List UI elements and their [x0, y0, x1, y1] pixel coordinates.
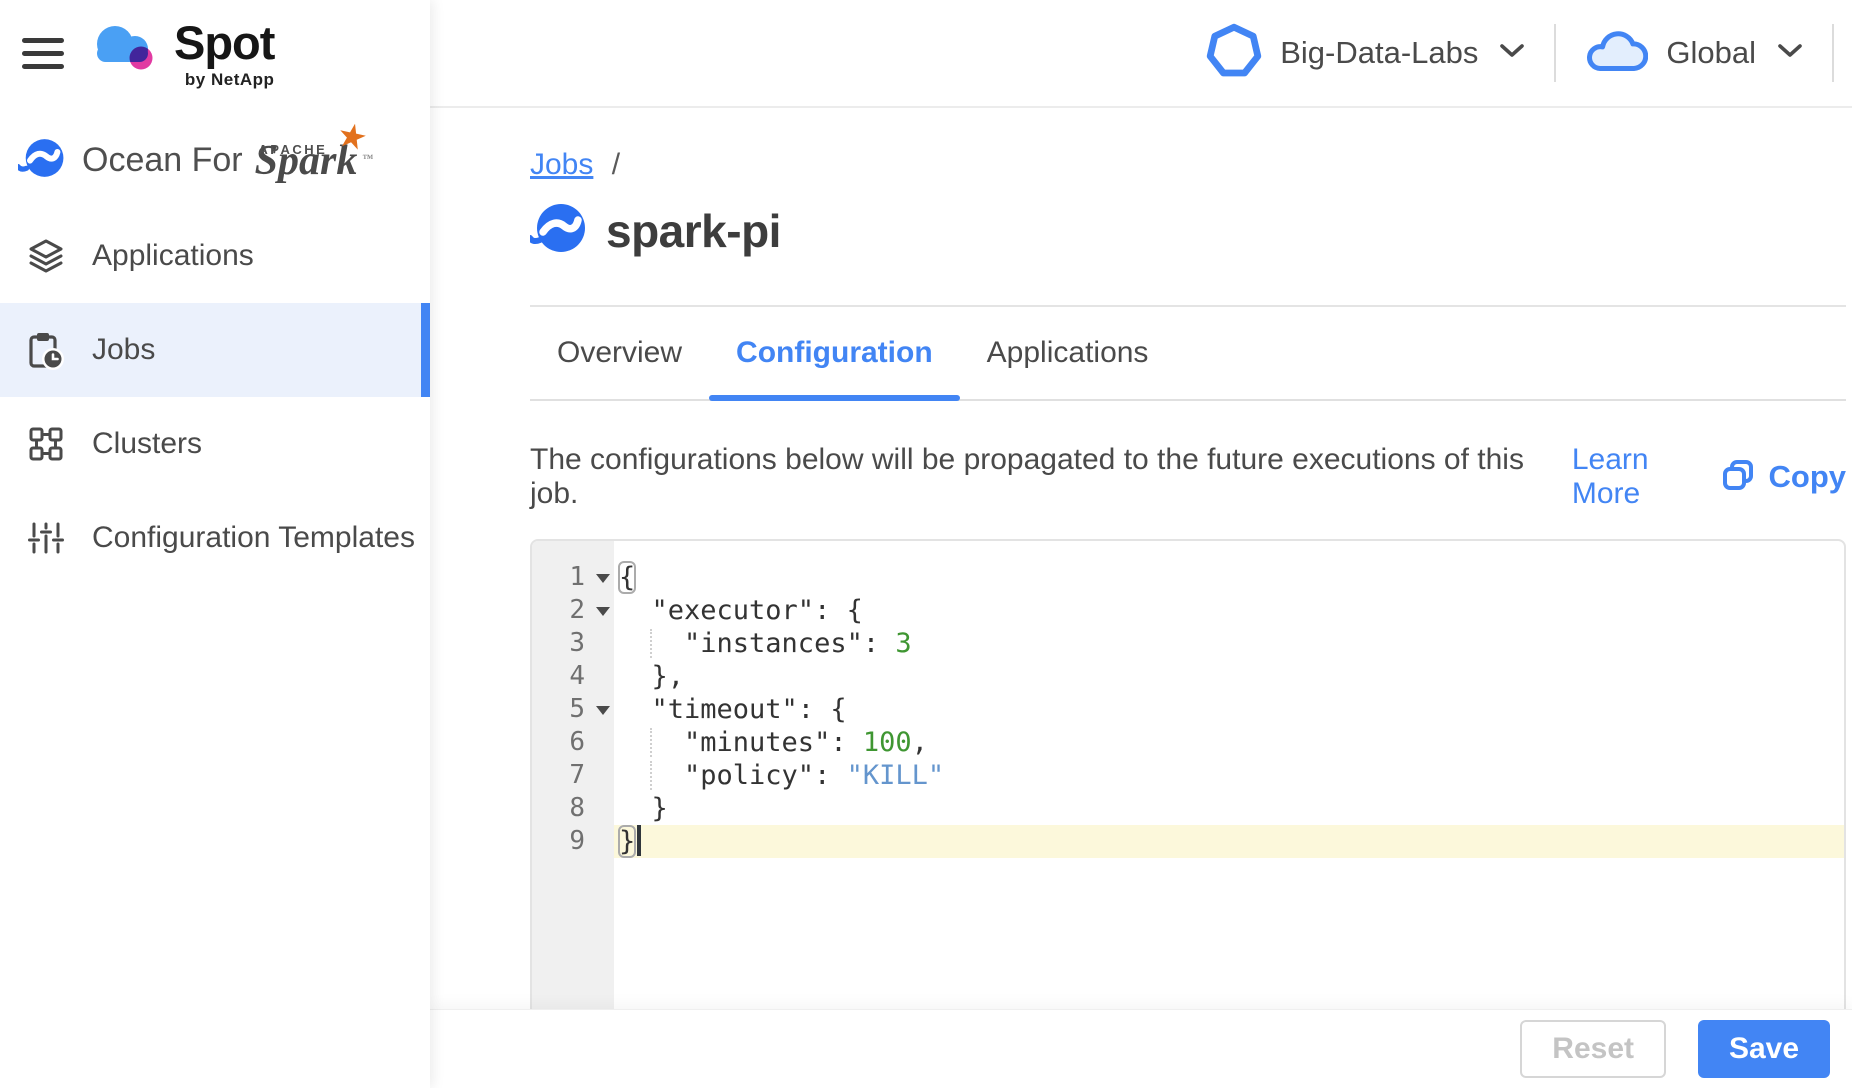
reset-button[interactable]: Reset — [1520, 1020, 1666, 1078]
scope-picker[interactable]: Global — [1584, 27, 1804, 80]
config-description-row: The configurations below will be propaga… — [530, 443, 1846, 511]
sidebar-item-configuration-templates[interactable]: Configuration Templates — [0, 491, 430, 585]
cluster-nodes-icon — [26, 424, 66, 464]
ocean-wave-icon — [18, 134, 66, 187]
product-name: Ocean For — [82, 141, 243, 180]
spot-cloud-icon — [88, 14, 164, 85]
line-number: 8 — [532, 792, 614, 825]
code-token: { — [619, 562, 635, 593]
job-wave-icon — [530, 200, 586, 261]
layers-icon — [26, 236, 66, 276]
editor-code-area[interactable]: { "executor": { "instances": 3 }, "timeo… — [614, 541, 1844, 1010]
fold-arrow-icon[interactable] — [596, 706, 610, 715]
code-token: }, — [619, 661, 684, 692]
app-window: Spot by NetApp Ocean For APACHE Spark ★ … — [0, 0, 1852, 1088]
page-title: spark-pi — [606, 204, 781, 258]
code-token: "minutes": — [619, 727, 863, 758]
cloud-icon — [1584, 27, 1648, 80]
sidebar-item-jobs[interactable]: Jobs — [0, 303, 430, 397]
sidebar-nav: Applications Jobs — [0, 209, 430, 585]
save-button[interactable]: Save — [1698, 1020, 1830, 1078]
code-line[interactable]: "minutes": 100, — [614, 726, 1844, 759]
sidebar-item-label: Applications — [92, 239, 254, 273]
fold-arrow-icon[interactable] — [596, 607, 610, 616]
brand-byline: by NetApp — [185, 70, 275, 90]
tab-applications[interactable]: Applications — [960, 307, 1176, 399]
chevron-down-icon — [1776, 42, 1804, 65]
sidebar-item-label: Clusters — [92, 427, 202, 461]
org-picker[interactable]: Big-Data-Labs — [1206, 23, 1526, 84]
copy-button-label: Copy — [1769, 459, 1847, 495]
scope-picker-label: Global — [1666, 35, 1756, 71]
line-number: 4 — [532, 660, 614, 693]
topbar: Big-Data-Labs Global — [430, 0, 1852, 108]
sidebar-item-label: Jobs — [92, 333, 155, 367]
line-number: 7 — [532, 759, 614, 792]
brand-name: Spot — [174, 14, 274, 72]
ocean-for-spark-logo: Ocean For APACHE Spark ★ ™ — [18, 134, 357, 187]
apache-label: APACHE — [258, 129, 327, 171]
copy-button[interactable]: Copy — [1721, 458, 1847, 497]
code-line[interactable]: "timeout": { — [614, 693, 1844, 726]
line-number: 5 — [532, 693, 614, 726]
sidebar-item-clusters[interactable]: Clusters — [0, 397, 430, 491]
code-line[interactable]: { — [614, 561, 1844, 594]
sidebar-item-applications[interactable]: Applications — [0, 209, 430, 303]
tab-configuration[interactable]: Configuration — [709, 307, 960, 399]
code-token: "executor": { — [619, 595, 863, 626]
code-token: , — [912, 727, 928, 758]
breadcrumb-jobs-link[interactable]: Jobs — [530, 148, 593, 181]
code-token: "timeout": { — [619, 694, 847, 725]
breadcrumb: Jobs / — [530, 148, 1846, 182]
line-number: 2 — [532, 594, 614, 627]
sliders-icon — [26, 518, 66, 558]
code-token: } — [619, 793, 668, 824]
topbar-divider — [1554, 24, 1556, 82]
text-cursor — [637, 825, 641, 856]
copy-icon — [1721, 458, 1755, 497]
line-number: 9 — [532, 825, 614, 858]
apache-spark-logo: APACHE Spark ★ ™ — [255, 140, 358, 182]
code-token: } — [619, 826, 635, 857]
fold-arrow-icon[interactable] — [596, 574, 610, 583]
code-line[interactable]: } — [614, 792, 1844, 825]
line-number: 3 — [532, 627, 614, 660]
code-line[interactable]: } — [614, 825, 1844, 858]
sidebar: Spot by NetApp Ocean For APACHE Spark ★ … — [0, 0, 430, 1088]
hamburger-menu-icon[interactable] — [22, 38, 64, 69]
tab-overview[interactable]: Overview — [530, 307, 709, 399]
content: Jobs / spark-pi Overview Configuration A… — [530, 108, 1846, 1010]
line-number: 6 — [532, 726, 614, 759]
code-token: 3 — [895, 628, 911, 659]
footer-action-bar: Reset Save — [430, 1010, 1852, 1088]
breadcrumb-separator: / — [612, 148, 620, 181]
json-config-editor[interactable]: 123456789 { "executor": { "instances": 3… — [530, 539, 1846, 1010]
code-line[interactable]: "policy": "KILL" — [614, 759, 1844, 792]
learn-more-link[interactable]: Learn More — [1572, 443, 1721, 511]
code-token: "instances": — [619, 628, 895, 659]
code-token: 100 — [863, 727, 912, 758]
chevron-down-icon — [1498, 42, 1526, 65]
code-line[interactable]: "instances": 3 — [614, 627, 1844, 660]
title-row: spark-pi — [530, 200, 1846, 261]
config-description: The configurations below will be propaga… — [530, 443, 1548, 511]
spot-logo: Spot by NetApp — [88, 14, 274, 90]
heptagon-icon — [1206, 23, 1262, 84]
clipboard-clock-icon — [26, 330, 66, 370]
line-number: 1 — [532, 561, 614, 594]
sidebar-item-label: Configuration Templates — [92, 521, 415, 555]
org-picker-label: Big-Data-Labs — [1280, 35, 1478, 71]
main-area: Big-Data-Labs Global — [430, 0, 1852, 1088]
code-line[interactable]: "executor": { — [614, 594, 1844, 627]
editor-gutter: 123456789 — [532, 541, 614, 1010]
code-token: "KILL" — [847, 760, 945, 791]
code-line[interactable]: }, — [614, 660, 1844, 693]
topbar-divider — [1832, 24, 1834, 82]
code-token: "policy": — [619, 760, 847, 791]
tab-bar: Overview Configuration Applications — [530, 307, 1846, 401]
